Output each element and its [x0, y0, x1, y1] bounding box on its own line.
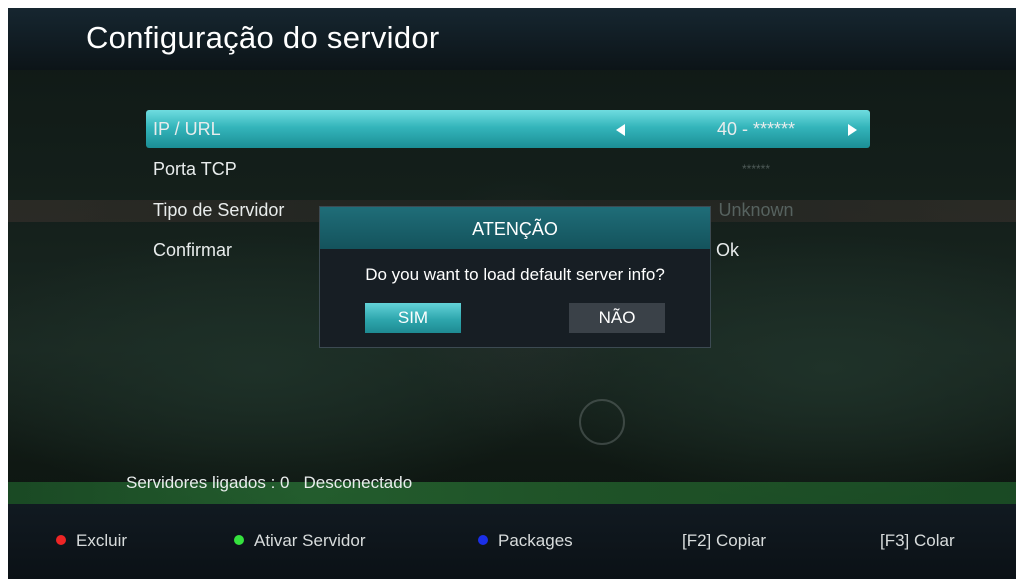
red-key-icon [56, 535, 66, 545]
connection-state: Desconectado [303, 473, 413, 492]
dialog-message: Do you want to load default server info? [365, 265, 665, 284]
dialog-title: ATENÇÃO [320, 207, 710, 249]
green-key-icon [234, 535, 244, 545]
server-status: Servidores ligados : 0 Desconectado [126, 473, 426, 493]
footer-activate-server[interactable]: Ativar Servidor [234, 531, 365, 551]
setting-value: Ok [716, 240, 740, 260]
servers-connected-label: Servidores ligados : 0 [126, 473, 290, 492]
setting-value: 40 - ****** [716, 119, 796, 139]
footer-delete[interactable]: Excluir [56, 531, 127, 551]
arrow-left-icon[interactable] [616, 124, 625, 136]
setting-label: IP / URL [153, 119, 221, 139]
channel-logo-icon [579, 399, 625, 445]
footer-delete-label: Excluir [76, 531, 128, 550]
setting-value: ****** [741, 162, 771, 176]
setting-label: Confirmar [153, 240, 233, 260]
page-title: Configuração do servidor [86, 20, 440, 55]
setting-label: Porta TCP [153, 159, 237, 179]
tv-screen: Configuração do servidor IP / URL 40 - *… [8, 8, 1016, 579]
setting-row-porta-tcp[interactable]: Porta TCP ****** [146, 150, 870, 188]
no-button[interactable]: NÃO [569, 303, 665, 333]
blue-key-icon [478, 535, 488, 545]
footer-packages-label: Packages [498, 531, 573, 550]
setting-label: Tipo de Servidor [153, 200, 285, 220]
footer-copy[interactable]: [F2] Copiar [682, 531, 766, 551]
arrow-right-icon[interactable] [848, 124, 857, 136]
footer-bar: Excluir Ativar Servidor Packages [F2] Co… [8, 504, 1016, 579]
yes-button[interactable]: SIM [365, 303, 461, 333]
setting-row-ip-url[interactable]: IP / URL 40 - ****** [146, 110, 870, 148]
confirm-dialog: ATENÇÃO Do you want to load default serv… [319, 206, 711, 348]
footer-paste[interactable]: [F3] Colar [880, 531, 955, 551]
header-bar: Configuração do servidor [8, 8, 1016, 70]
footer-packages[interactable]: Packages [478, 531, 573, 551]
footer-activate-label: Ativar Servidor [254, 531, 366, 550]
